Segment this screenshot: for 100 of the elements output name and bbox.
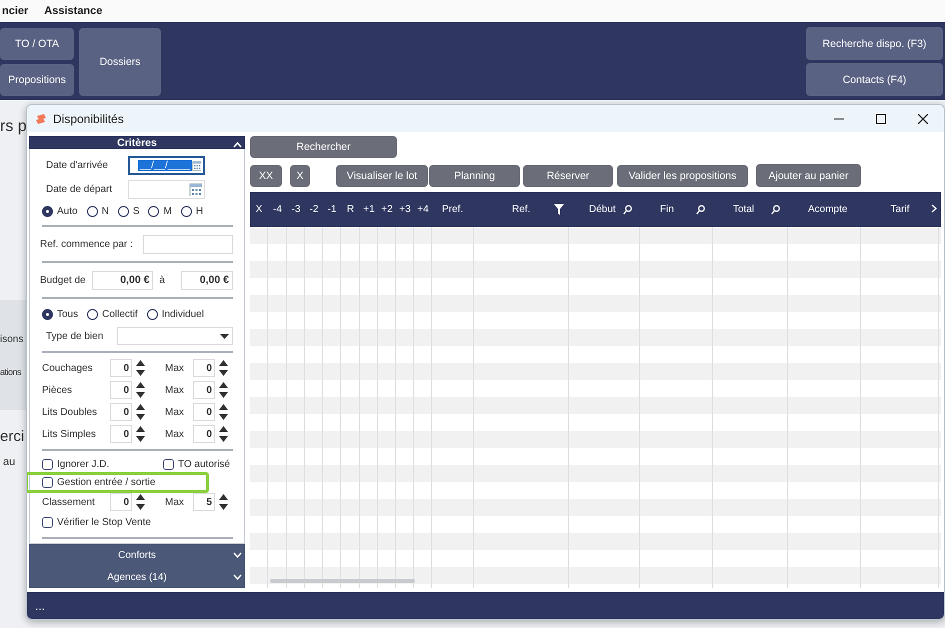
field-label: Max xyxy=(165,496,184,508)
search-icon[interactable] xyxy=(696,204,705,214)
spinner-icon[interactable] xyxy=(218,492,229,512)
number-field[interactable]: 0 xyxy=(110,403,132,421)
number-field[interactable]: 0 xyxy=(192,381,215,399)
calendar-icon[interactable] xyxy=(189,182,202,196)
date-field[interactable] xyxy=(128,180,205,198)
radio-button[interactable] xyxy=(42,308,53,320)
background-text: ations xyxy=(0,367,22,377)
number-field[interactable]: 0 xyxy=(192,359,215,377)
column-header[interactable]: +1 xyxy=(363,204,375,215)
column-header[interactable]: X xyxy=(256,204,262,215)
spinner-icon[interactable] xyxy=(218,424,229,444)
search-button[interactable]: Rechercher xyxy=(250,136,397,158)
column-header[interactable]: Ref. xyxy=(512,204,530,215)
search-icon[interactable] xyxy=(771,204,780,214)
action-button[interactable]: Réserver xyxy=(523,165,613,187)
column-header[interactable]: Tarif xyxy=(890,204,910,215)
field-label: Date d'arrivée xyxy=(46,160,109,170)
number-field[interactable]: 0 xyxy=(110,425,132,443)
toolbar-button[interactable]: Dossiers xyxy=(79,28,161,96)
radio-button[interactable] xyxy=(148,206,160,216)
filter-icon[interactable] xyxy=(554,204,564,215)
spinner-icon[interactable] xyxy=(135,492,146,512)
toolbar-button[interactable]: TO / OTA xyxy=(0,28,74,60)
number-field[interactable]: 0 xyxy=(192,403,215,421)
field-label: Lits Doubles xyxy=(42,406,98,418)
toolbar-button[interactable]: Recherche dispo. (F3) xyxy=(806,27,943,60)
column-header[interactable]: +2 xyxy=(381,204,393,215)
number-field[interactable]: 0 xyxy=(110,493,132,511)
radio-button[interactable] xyxy=(118,206,129,216)
column-header[interactable]: R xyxy=(346,204,354,215)
field-label: Type de bien xyxy=(46,330,104,342)
amount-field[interactable]: 0,00 € xyxy=(92,270,154,290)
column-header[interactable]: -2 xyxy=(310,204,318,215)
app-logo-icon xyxy=(35,112,47,124)
radio-button[interactable] xyxy=(180,206,192,216)
spinner-icon[interactable] xyxy=(135,424,146,444)
toolbar-button[interactable]: Propositions xyxy=(0,64,74,96)
chevron-down-icon[interactable] xyxy=(233,552,242,558)
column-header[interactable]: Total xyxy=(733,204,754,215)
section-header[interactable]: Conforts xyxy=(29,544,245,566)
radio-label: M xyxy=(163,206,172,216)
chevron-down-icon[interactable] xyxy=(233,574,242,580)
close-icon[interactable] xyxy=(918,114,928,124)
text-field[interactable] xyxy=(142,234,233,254)
radio-button[interactable] xyxy=(86,206,98,216)
scroll-right-icon[interactable] xyxy=(931,204,937,213)
column-header[interactable]: -4 xyxy=(273,204,282,215)
radio-button[interactable] xyxy=(42,206,53,216)
amount-field[interactable]: 0,00 € xyxy=(180,270,233,290)
number-field[interactable]: 0 xyxy=(110,359,132,377)
column-header[interactable]: -1 xyxy=(328,204,336,215)
status-bar: ... xyxy=(27,592,944,619)
background-text: au xyxy=(3,456,16,468)
calendar-icon[interactable] xyxy=(192,158,201,172)
search-icon[interactable] xyxy=(623,204,632,214)
checkbox[interactable] xyxy=(162,458,174,470)
spinner-icon[interactable] xyxy=(135,380,146,400)
radio-label: S xyxy=(132,206,140,216)
radio-label: N xyxy=(102,206,109,216)
background-text: erci xyxy=(0,428,24,445)
radio-button[interactable] xyxy=(146,308,158,320)
checkbox[interactable] xyxy=(42,458,53,470)
criteria-header[interactable]: Critères xyxy=(29,136,245,149)
number-field[interactable]: 5 xyxy=(192,493,215,511)
action-button[interactable]: Valider les propositions xyxy=(617,165,748,187)
action-button[interactable]: Visualiser le lot xyxy=(336,165,428,187)
spinner-icon[interactable] xyxy=(218,358,229,378)
number-field[interactable]: 0 xyxy=(110,381,132,399)
spinner-icon[interactable] xyxy=(218,402,229,422)
column-header[interactable]: +4 xyxy=(417,204,429,215)
spinner-icon[interactable] xyxy=(135,402,146,422)
column-header[interactable]: Acompte xyxy=(808,204,848,215)
scrollbar-thumb[interactable] xyxy=(270,579,415,583)
column-header[interactable]: Début xyxy=(589,204,616,215)
action-button[interactable]: Planning xyxy=(429,165,520,187)
toolbar-button[interactable]: Contacts (F4) xyxy=(806,63,943,96)
maximize-icon[interactable] xyxy=(876,114,886,124)
action-button[interactable]: X xyxy=(290,165,310,187)
spinner-icon[interactable] xyxy=(218,380,229,400)
spinner-icon[interactable] xyxy=(135,358,146,378)
column-header[interactable]: -3 xyxy=(292,204,300,215)
radio-button[interactable] xyxy=(87,308,98,320)
radio-label: Auto xyxy=(57,206,78,216)
column-header[interactable]: Fin xyxy=(660,204,674,215)
column-header[interactable]: +3 xyxy=(399,204,411,215)
action-button[interactable]: Ajouter au panier xyxy=(756,164,861,187)
date-field[interactable]: __/__/____ xyxy=(128,156,205,174)
menu-item[interactable]: ncier xyxy=(2,5,28,17)
field-label: Date de départ xyxy=(46,184,114,194)
chevron-up-icon[interactable] xyxy=(233,142,242,148)
section-header[interactable]: Agences (14) xyxy=(29,566,245,588)
checkbox[interactable] xyxy=(42,477,53,488)
checkbox[interactable] xyxy=(42,517,53,528)
dropdown-arrow-icon[interactable] xyxy=(220,334,229,338)
column-header[interactable]: Pref. xyxy=(442,204,464,215)
number-field[interactable]: 0 xyxy=(192,425,215,443)
action-button[interactable]: XX xyxy=(250,165,282,187)
menu-item[interactable]: Assistance xyxy=(44,5,102,17)
